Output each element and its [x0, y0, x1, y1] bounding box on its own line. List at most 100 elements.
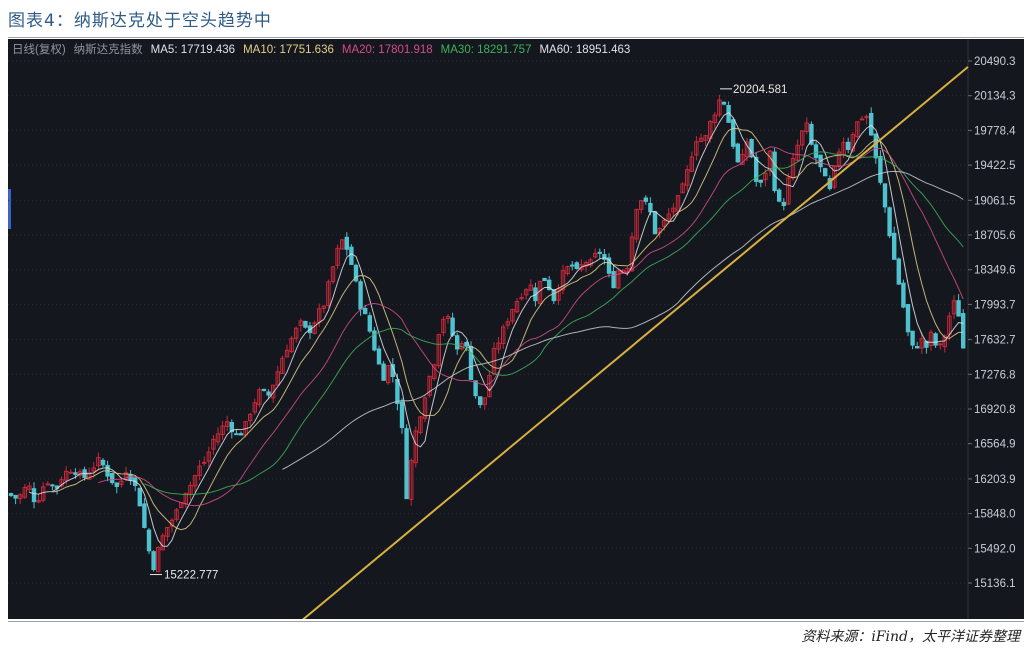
candle-down	[915, 345, 920, 349]
candle-down	[478, 396, 483, 406]
candle-down	[611, 271, 616, 289]
candle-down	[846, 141, 851, 150]
candle-down	[367, 315, 373, 332]
candle-down	[261, 388, 267, 392]
candle-down	[73, 472, 78, 475]
y-tick-label: 17632.7	[974, 335, 1016, 347]
candle-down	[344, 236, 350, 250]
candle-down	[597, 251, 602, 254]
legend-item: 日线(复权)	[12, 42, 66, 56]
bottom-rule	[8, 621, 1024, 622]
candle-down	[574, 262, 579, 269]
y-tick-label: 16203.9	[974, 474, 1016, 486]
y-tick-label: 20490.3	[974, 56, 1016, 68]
candle-down	[349, 246, 354, 265]
candle-down	[381, 363, 386, 381]
candle-down	[13, 494, 18, 499]
candle-down	[823, 168, 828, 177]
candle-down	[961, 313, 966, 349]
y-tick-label: 17276.8	[974, 369, 1016, 381]
legend-item: MA30: 18291.757	[441, 44, 532, 56]
candle-down	[735, 143, 740, 163]
candle-down	[146, 529, 152, 552]
candle-down	[869, 113, 874, 136]
y-tick-label: 16564.9	[974, 439, 1016, 451]
top-rule	[8, 37, 1024, 38]
candle-down	[905, 304, 911, 333]
candle-down	[399, 401, 405, 428]
max-label: 20204.581	[733, 84, 787, 96]
candle-down	[551, 289, 556, 302]
candle-up	[938, 343, 943, 346]
candle-down	[303, 320, 308, 328]
candle-down	[882, 183, 888, 208]
candle-down	[455, 335, 460, 350]
candle-down	[956, 300, 961, 317]
candle-down	[395, 378, 400, 405]
candle-down	[887, 207, 892, 237]
left-scroll-marker[interactable]	[8, 189, 11, 229]
y-tick-label: 19778.4	[974, 125, 1016, 137]
candle-down	[933, 333, 938, 346]
legend-item: MA10: 17751.636	[243, 44, 334, 56]
candlestick-chart: 20204.581 15222.777 20490.3 20134.3 19778.4…	[8, 39, 1024, 637]
y-tick-label: 19422.5	[974, 160, 1016, 172]
candle-down	[142, 503, 147, 528]
candle-down	[901, 282, 906, 308]
y-tick-label: 17993.7	[974, 299, 1016, 311]
legend-item: MA60: 18951.463	[539, 44, 630, 56]
candle-down	[266, 391, 271, 396]
candle-down	[652, 211, 658, 235]
candle-down	[781, 201, 786, 207]
candle-down	[238, 433, 244, 436]
candle-down	[8, 493, 14, 496]
candle-down	[128, 474, 133, 481]
candle-down	[31, 488, 37, 503]
candle-down	[643, 197, 648, 202]
y-tick-label: 18705.6	[974, 230, 1016, 242]
candle-down	[758, 179, 763, 183]
chart-panel: 20204.581 15222.777 20490.3 20134.3 19778.4…	[8, 39, 1024, 637]
candle-down	[542, 277, 547, 282]
candle-down	[813, 144, 819, 159]
legend-item: MA20: 17801.918	[342, 44, 433, 56]
legend-item: 纳斯达克指数	[74, 42, 143, 56]
y-tick-label: 20134.3	[974, 91, 1016, 103]
candle-up	[859, 118, 865, 121]
y-tick-label: 15136.1	[974, 578, 1016, 590]
candle-down	[473, 380, 478, 397]
candle-down	[376, 348, 382, 365]
candle-up	[68, 471, 73, 474]
candle-down	[100, 459, 106, 466]
y-tick-label: 18349.6	[974, 265, 1016, 277]
candle-down	[910, 330, 915, 346]
candle-down	[114, 482, 119, 488]
candle-down	[777, 189, 782, 202]
candle-down	[721, 101, 727, 105]
candle-down	[896, 258, 901, 285]
candle-down	[878, 156, 883, 183]
candle-down	[137, 487, 143, 507]
y-tick-label: 15492.0	[974, 543, 1016, 555]
candle-down	[404, 428, 409, 500]
candle-down	[873, 133, 878, 159]
candle-down	[151, 551, 156, 571]
legend-item: MA5: 17719.436	[151, 44, 235, 56]
y-tick-label: 16920.8	[974, 404, 1016, 416]
candle-down	[570, 264, 575, 267]
candle-down	[358, 281, 363, 310]
y-tick-label: 15848.0	[974, 509, 1016, 521]
min-label: 15222.777	[164, 570, 218, 582]
candle-down	[892, 232, 897, 260]
candle-down	[648, 202, 653, 213]
candle-down	[50, 484, 55, 487]
candle-up	[45, 483, 50, 486]
candle-down	[772, 151, 777, 191]
candle-down	[464, 342, 469, 347]
candle-down	[110, 473, 115, 484]
figure-title: 图表4：纳斯达克处于空头趋势中	[8, 11, 272, 31]
candle-down	[234, 433, 239, 436]
candle-down	[731, 119, 736, 147]
source-note: 资料来源：iFind，太平洋证券整理	[801, 629, 1020, 645]
y-tick-label: 19061.5	[974, 195, 1016, 207]
